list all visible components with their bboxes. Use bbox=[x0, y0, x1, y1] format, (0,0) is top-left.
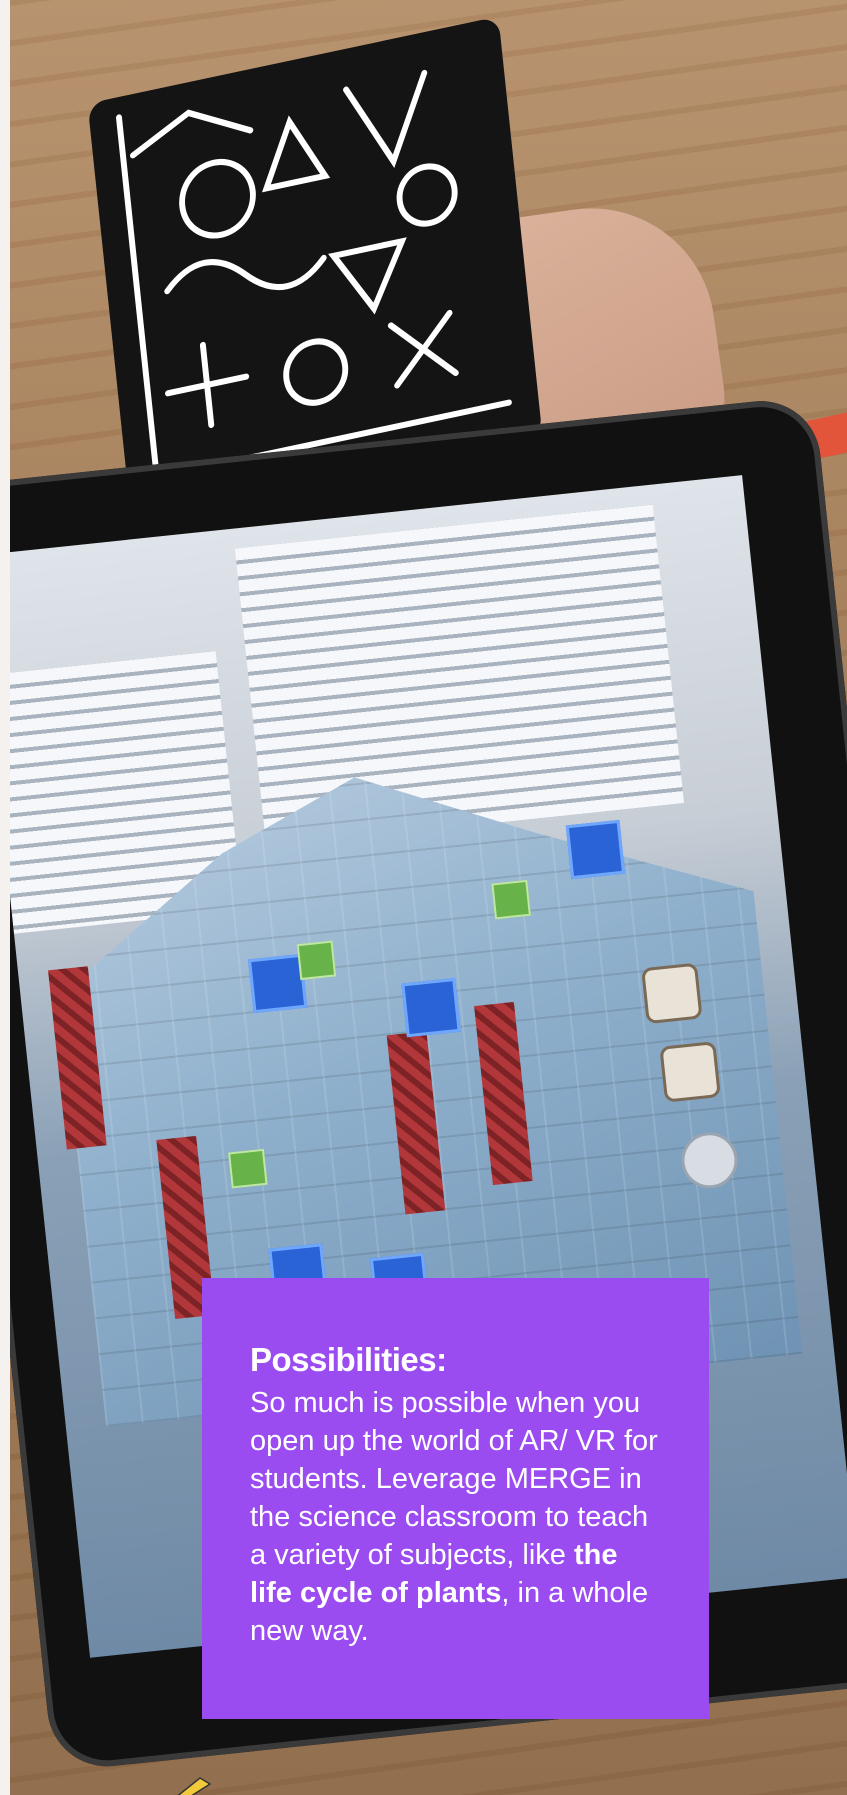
card-title: Possibilities: bbox=[250, 1341, 447, 1378]
possibilities-card: Possibilities: So much is possible when … bbox=[202, 1278, 709, 1719]
card-body: So much is possible when you open up the… bbox=[250, 1384, 659, 1650]
green-block bbox=[228, 1148, 268, 1189]
inventory-icon[interactable] bbox=[659, 1041, 721, 1103]
window-blinds bbox=[234, 504, 685, 847]
pencil-icon bbox=[177, 1777, 212, 1795]
green-block bbox=[491, 879, 531, 920]
green-block bbox=[296, 940, 337, 981]
blue-block bbox=[401, 977, 461, 1038]
add-block-icon[interactable] bbox=[641, 962, 703, 1025]
blue-block bbox=[565, 819, 626, 880]
